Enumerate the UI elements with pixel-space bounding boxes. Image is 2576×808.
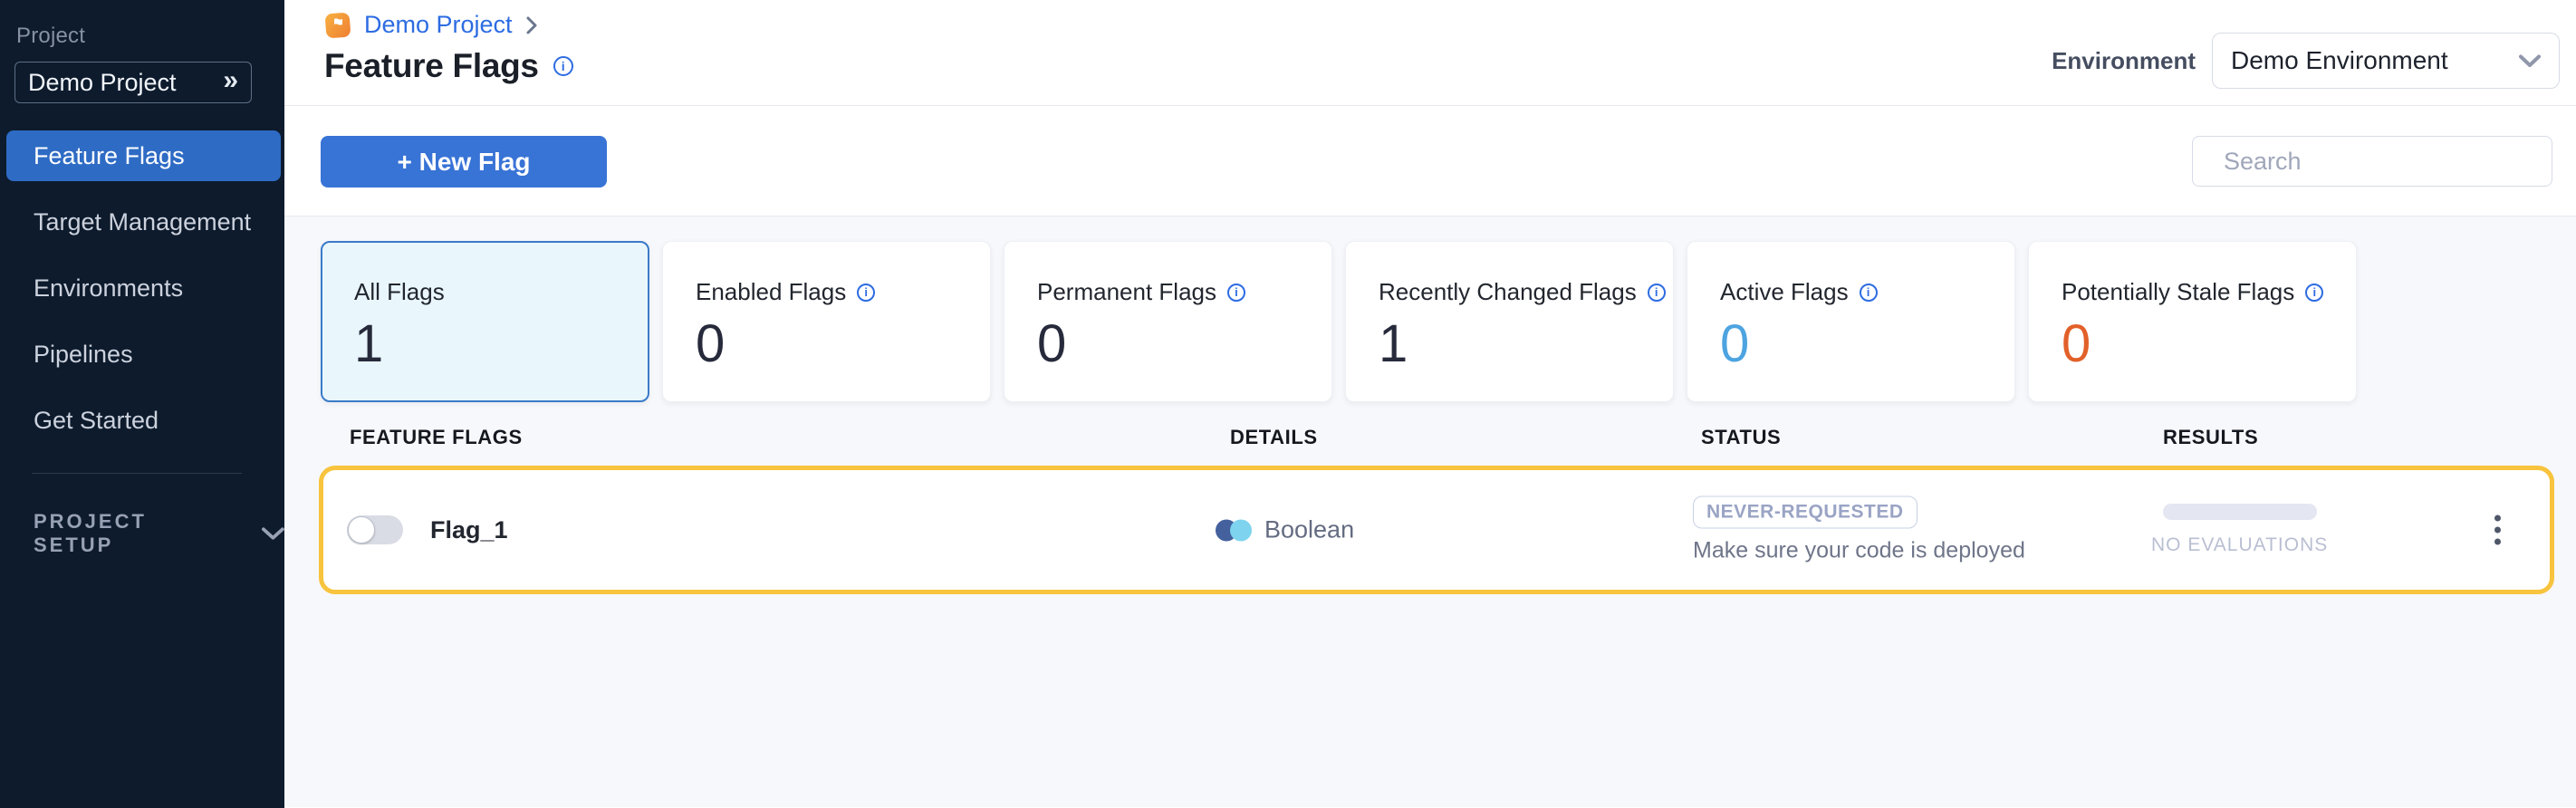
sidebar-section-project-setup[interactable]: PROJECT SETUP	[34, 510, 284, 557]
info-icon[interactable]	[857, 284, 875, 302]
metric-value: 0	[696, 317, 990, 371]
status-cell: NEVER-REQUESTED Make sure your code is d…	[1693, 496, 2025, 564]
environment-picker: Environment Demo Environment	[2052, 33, 2560, 89]
column-header-feature-flags: FEATURE FLAGS	[350, 426, 523, 449]
sidebar-item-pipelines[interactable]: Pipelines	[6, 329, 281, 380]
project-setup-label: PROJECT SETUP	[34, 510, 226, 557]
metric-card-permanent-flags[interactable]: Permanent Flags 0	[1004, 241, 1332, 402]
breadcrumb: Demo Project	[324, 11, 538, 39]
metric-card-active-flags[interactable]: Active Flags 0	[1687, 241, 2015, 402]
sidebar-item-feature-flags[interactable]: Feature Flags	[6, 130, 281, 181]
expand-sidebar-icon[interactable]: »	[223, 67, 238, 98]
flag-cell: Flag_1	[347, 515, 508, 544]
metric-card-recently-changed-flags[interactable]: Recently Changed Flags 1	[1345, 241, 1674, 402]
main-area: Demo Project Feature Flags Environment D…	[284, 0, 2576, 808]
search-box	[2192, 136, 2552, 187]
chevron-right-icon	[525, 15, 538, 35]
sidebar-divider	[32, 473, 242, 474]
breadcrumb-project-link[interactable]: Demo Project	[364, 11, 513, 39]
sidebar-item-environments[interactable]: Environments	[6, 263, 281, 313]
details-cell: Boolean	[1216, 516, 1354, 544]
project-label: Project	[16, 24, 284, 49]
page-header: Demo Project Feature Flags Environment D…	[284, 0, 2576, 106]
column-header-results: RESULTS	[2163, 426, 2258, 449]
feature-flags-logo-icon	[324, 12, 351, 39]
flag-name[interactable]: Flag_1	[430, 516, 508, 544]
metric-value: 1	[1379, 317, 1673, 371]
title-row: Feature Flags	[324, 47, 573, 85]
info-icon[interactable]	[1860, 284, 1878, 302]
metric-value: 0	[1037, 317, 1331, 371]
toggle-knob	[348, 516, 375, 543]
boolean-type-icon	[1216, 519, 1252, 541]
metric-label: Permanent Flags	[1037, 278, 1216, 306]
row-menu-kebab-icon[interactable]	[2489, 510, 2506, 551]
sidebar-nav: Feature Flags Target Management Environm…	[0, 130, 284, 446]
info-icon[interactable]	[553, 56, 573, 76]
table-header: FEATURE FLAGS DETAILS STATUS RESULTS	[284, 426, 2576, 455]
metric-value: 1	[354, 317, 648, 371]
project-selector-value: Demo Project	[28, 69, 177, 97]
info-icon[interactable]	[2305, 284, 2323, 302]
environment-select-value: Demo Environment	[2231, 46, 2448, 75]
metric-label: Active Flags	[1720, 278, 1849, 306]
info-icon[interactable]	[1648, 284, 1666, 302]
metric-label: Recently Changed Flags	[1379, 278, 1637, 306]
metric-card-enabled-flags[interactable]: Enabled Flags 0	[662, 241, 991, 402]
sidebar-item-get-started[interactable]: Get Started	[6, 395, 281, 446]
status-badge: NEVER-REQUESTED	[1693, 496, 1918, 529]
metric-label: Potentially Stale Flags	[2062, 278, 2294, 306]
project-selector[interactable]: Demo Project »	[14, 62, 252, 103]
content-body: All Flags 1 Enabled Flags 0 Permanent Fl…	[284, 216, 2576, 807]
metric-cards: All Flags 1 Enabled Flags 0 Permanent Fl…	[284, 241, 2576, 402]
chevron-down-icon	[2519, 54, 2541, 68]
status-message: Make sure your code is deployed	[1693, 538, 2025, 564]
sidebar-item-target-management[interactable]: Target Management	[6, 197, 281, 247]
metric-label: All Flags	[354, 278, 445, 306]
new-flag-button[interactable]: + New Flag	[321, 136, 607, 188]
metric-label: Enabled Flags	[696, 278, 846, 306]
environment-label: Environment	[2052, 47, 2196, 75]
column-header-details: DETAILS	[1230, 426, 1318, 449]
flag-toggle[interactable]	[347, 515, 403, 544]
sidebar: Project Demo Project » Feature Flags Tar…	[0, 0, 284, 808]
evaluations-bar	[2163, 504, 2317, 520]
table-row[interactable]: Flag_1 Boolean NEVER-REQUESTED Make sure…	[319, 466, 2554, 594]
chevron-down-icon	[262, 526, 284, 541]
metric-value: 0	[1720, 317, 2014, 371]
environment-select[interactable]: Demo Environment	[2212, 33, 2560, 89]
page-title: Feature Flags	[324, 47, 539, 85]
evaluations-caption: NO EVALUATIONS	[2151, 534, 2328, 556]
toolbar: + New Flag	[284, 106, 2576, 216]
metric-card-potentially-stale-flags[interactable]: Potentially Stale Flags 0	[2028, 241, 2357, 402]
info-icon[interactable]	[1227, 284, 1245, 302]
flag-type-label: Boolean	[1264, 516, 1354, 544]
search-input[interactable]	[2224, 148, 2544, 176]
metric-card-all-flags[interactable]: All Flags 1	[321, 241, 649, 402]
metric-value: 0	[2062, 317, 2356, 371]
column-header-status: STATUS	[1701, 426, 1781, 449]
app-root: Project Demo Project » Feature Flags Tar…	[0, 0, 2576, 808]
results-cell: NO EVALUATIONS	[2151, 504, 2328, 556]
